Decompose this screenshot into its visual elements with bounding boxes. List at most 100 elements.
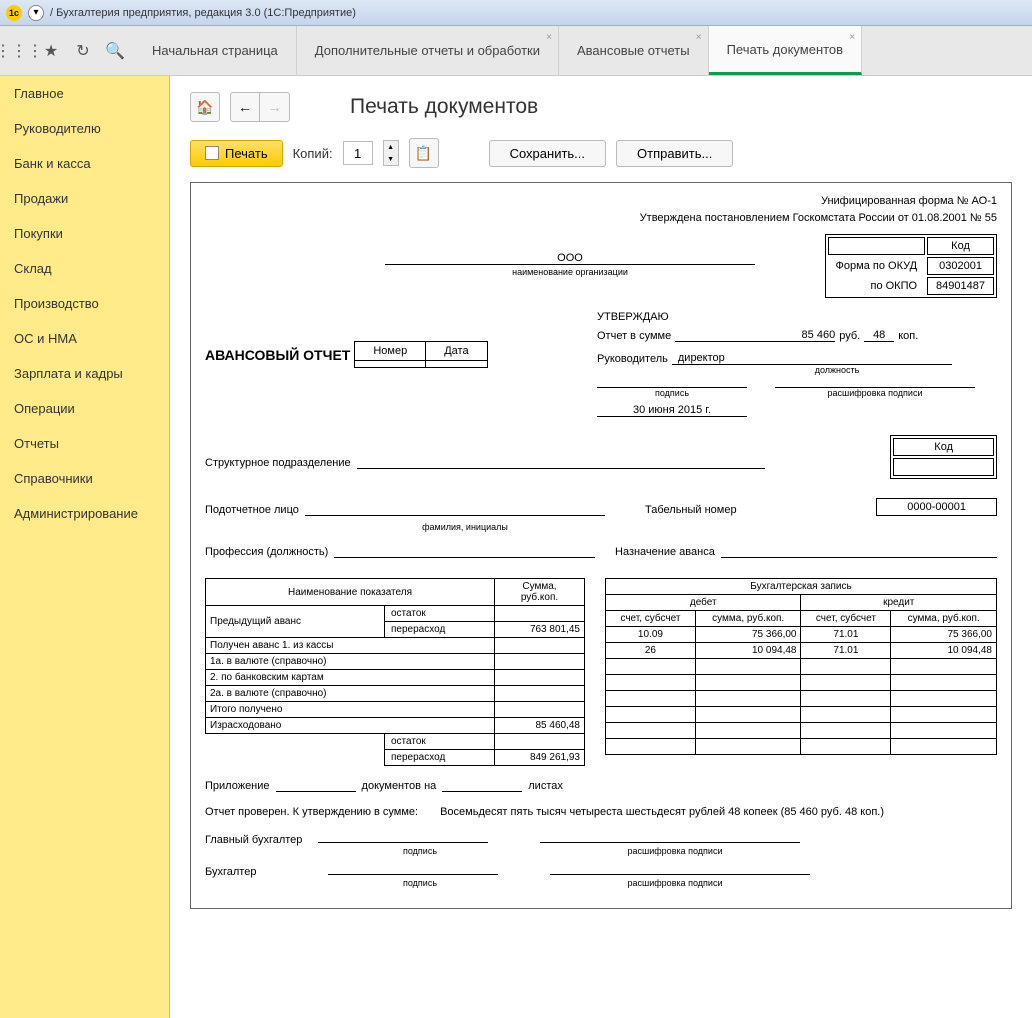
- form-line2: Утверждена постановлением Госкомстата Ро…: [205, 210, 997, 227]
- purpose-value: [721, 544, 997, 558]
- row6: Израсходовано: [206, 718, 495, 734]
- sidebar-item-production[interactable]: Производство: [0, 286, 169, 321]
- number-value: [355, 361, 426, 368]
- approve-date: 30 июня 2015 г.: [597, 404, 747, 417]
- sidebar-item-assets[interactable]: ОС и НМА: [0, 321, 169, 356]
- sidebar-item-reports[interactable]: Отчеты: [0, 426, 169, 461]
- chief-decode-line: [540, 842, 800, 843]
- prev-advance-label: Предыдущий аванс: [206, 606, 385, 638]
- sidebar-item-sales[interactable]: Продажи: [0, 181, 169, 216]
- checked-value: Восемьдесят пять тысяч четыреста шестьде…: [440, 806, 884, 818]
- page-title: Печать документов: [350, 95, 538, 119]
- print-button[interactable]: Печать: [190, 140, 283, 167]
- approve-block: УТВЕРЖДАЮ Отчет в сумме 85 460 руб. 48 к…: [597, 311, 997, 417]
- c2-acct: 71.01: [801, 643, 891, 659]
- row5: Итого получено: [206, 702, 495, 718]
- send-button[interactable]: Отправить...: [616, 140, 733, 167]
- docs-on-label: документов на: [362, 780, 437, 792]
- tab-start[interactable]: Начальная страница: [134, 26, 297, 75]
- copies-spinner[interactable]: ▲ ▼: [383, 140, 399, 166]
- tab-print[interactable]: Печать документов×: [709, 26, 863, 75]
- sidebar-item-warehouse[interactable]: Склад: [0, 251, 169, 286]
- close-icon[interactable]: ×: [696, 32, 702, 43]
- spinner-up[interactable]: ▲: [384, 141, 398, 153]
- close-icon[interactable]: ×: [546, 32, 552, 43]
- save-button[interactable]: Сохранить...: [489, 140, 606, 167]
- rub-label: руб.: [839, 330, 860, 342]
- sign-sublabel: подпись: [597, 388, 747, 398]
- overdraft-label-2: перерасход: [385, 750, 495, 766]
- sidebar-item-bank[interactable]: Банк и касса: [0, 146, 169, 181]
- sidebar-item-salary[interactable]: Зарплата и кадры: [0, 356, 169, 391]
- indicators-table: Наименование показателяСумма, руб.коп. П…: [205, 578, 585, 766]
- tab-num-label: Табельный номер: [645, 504, 737, 516]
- sidebar-item-operations[interactable]: Операции: [0, 391, 169, 426]
- tab-advance[interactable]: Авансовые отчеты×: [559, 26, 709, 75]
- tab-addons[interactable]: Дополнительные отчеты и обработки×: [297, 26, 559, 75]
- chief-sign-line: [318, 842, 488, 843]
- approve-label: УТВЕРЖДАЮ: [597, 311, 997, 323]
- report-title: АВАНСОВЫЙ ОТЧЕТ: [205, 347, 350, 363]
- back-button[interactable]: ←: [230, 92, 260, 122]
- position-sublabel: должность: [697, 365, 977, 375]
- sidebar-item-admin[interactable]: Администрирование: [0, 496, 169, 531]
- overdraft-label: перерасход: [385, 622, 495, 638]
- decode-sublabel-2: расшифровка подписи: [545, 846, 805, 856]
- okpo-value: 84901487: [927, 277, 994, 295]
- home-button[interactable]: 🏠: [190, 92, 220, 122]
- content: 🏠 ← → Печать документов Печать Копий: ▲ …: [170, 76, 1032, 1018]
- indicator-header: Наименование показателя: [206, 579, 495, 606]
- checked-label: Отчет проверен. К утверждению в сумме:: [205, 806, 418, 818]
- struct-unit-value: [357, 455, 765, 469]
- struct-unit-label: Структурное подразделение: [205, 457, 351, 469]
- kop-label: коп.: [898, 330, 918, 342]
- search-icon[interactable]: 🔍: [106, 42, 124, 60]
- copies-input[interactable]: [343, 141, 373, 165]
- number-date-table: НомерДата: [354, 341, 487, 368]
- purpose-label: Назначение аванса: [615, 546, 715, 558]
- credit-header: кредит: [801, 595, 997, 611]
- history-icon[interactable]: ↻: [74, 42, 92, 60]
- sheets-label: листах: [528, 780, 563, 792]
- acct-sub-hdr-1: счет, субсчет: [606, 611, 696, 627]
- accounting-table: Бухгалтерская запись дебеткредит счет, с…: [605, 578, 997, 755]
- code-table: Код Форма по ОКУД0302001 по ОКПО84901487: [825, 234, 997, 298]
- spinner-down[interactable]: ▼: [384, 153, 398, 165]
- star-icon[interactable]: ★: [42, 42, 60, 60]
- sidebar-item-manager[interactable]: Руководителю: [0, 111, 169, 146]
- decode-sublabel: расшифровка подписи: [775, 388, 975, 398]
- sidebar-item-main[interactable]: Главное: [0, 76, 169, 111]
- attachment-count: [276, 791, 356, 792]
- d2-amt: 10 094,48: [695, 643, 801, 659]
- row2: 1а. в валюте (справочно): [206, 654, 495, 670]
- number-header: Номер: [355, 342, 426, 361]
- acct-sign-line: [328, 874, 498, 875]
- acct-decode-line: [550, 874, 810, 875]
- d2-acct: 26: [606, 643, 696, 659]
- okpo-label: по ОКПО: [828, 277, 926, 295]
- acct-sub-hdr-2: счет, субсчет: [801, 611, 891, 627]
- settings-button[interactable]: 📋: [409, 138, 439, 168]
- sidebar-item-catalogs[interactable]: Справочники: [0, 461, 169, 496]
- sidebar-item-purchases[interactable]: Покупки: [0, 216, 169, 251]
- fio-sublabel: фамилия, инициалы: [325, 522, 605, 532]
- account-person-value: [305, 502, 605, 516]
- document: Унифицированная форма № АО-1 Утверждена …: [190, 182, 1012, 909]
- sidebar: Главное Руководителю Банк и касса Продаж…: [0, 76, 170, 1018]
- tab-num-value: 0000-00001: [876, 498, 997, 516]
- org-sublabel: наименование организации: [385, 267, 755, 277]
- print-icon: [205, 146, 219, 160]
- accountant-label: Бухгалтер: [205, 866, 256, 878]
- forward-button[interactable]: →: [260, 92, 290, 122]
- apps-icon[interactable]: ⋮⋮⋮: [10, 42, 28, 60]
- form-line1: Унифицированная форма № АО-1: [205, 193, 997, 210]
- app-title: / Бухгалтерия предприятия, редакция 3.0 …: [50, 7, 356, 19]
- date-value: [426, 361, 487, 368]
- org-name: ООО: [385, 252, 755, 265]
- titlebar: 1c ▾ / Бухгалтерия предприятия, редакция…: [0, 0, 1032, 26]
- nav-back-circle[interactable]: ▾: [28, 5, 44, 21]
- okud-value: 0302001: [927, 257, 994, 275]
- d1-acct: 10.09: [606, 627, 696, 643]
- row3: 2. по банковским картам: [206, 670, 495, 686]
- close-icon[interactable]: ×: [849, 32, 855, 43]
